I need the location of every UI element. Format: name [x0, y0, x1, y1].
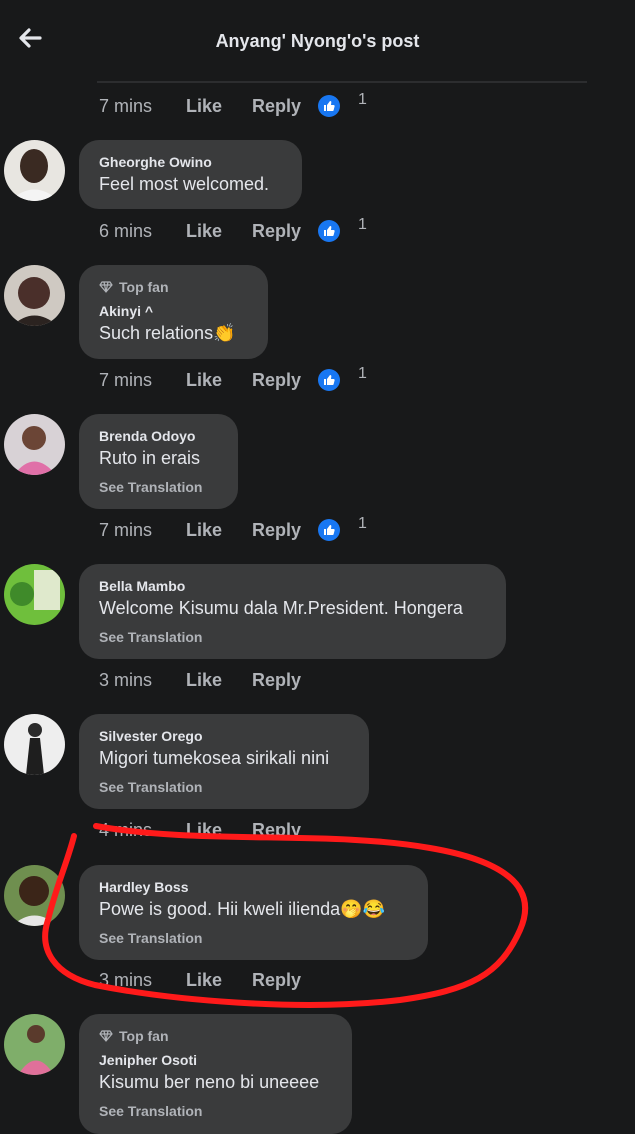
comment-meta: 7 mins Like Reply 1: [99, 515, 367, 542]
avatar[interactable]: [4, 564, 65, 625]
reply-button[interactable]: Reply: [252, 96, 318, 117]
divider: [97, 81, 587, 83]
comment-meta: 3 mins Like Reply: [99, 668, 318, 692]
like-button[interactable]: Like: [186, 221, 252, 242]
see-translation-link[interactable]: See Translation: [99, 629, 202, 645]
comment-meta: 7 mins Like Reply 1: [99, 365, 367, 392]
comment-time: 7 mins: [99, 95, 153, 116]
comment-time: 3 mins: [99, 669, 153, 690]
comment-text: Migori tumekosea sirikali nini: [99, 748, 330, 768]
see-translation-link[interactable]: See Translation: [99, 1103, 202, 1119]
like-button[interactable]: Like: [186, 520, 252, 541]
see-translation-link[interactable]: See Translation: [99, 479, 202, 495]
comment-time: 6 mins: [99, 220, 153, 241]
reply-button[interactable]: Reply: [252, 820, 318, 841]
reaction-count: 1: [358, 365, 367, 382]
comment-bubble[interactable]: Silvester Orego Migori tumekosea sirikal…: [79, 714, 369, 809]
avatar[interactable]: [4, 1014, 65, 1075]
reply-button[interactable]: Reply: [252, 370, 318, 391]
comment-text: Powe is good. Hii kweli ilienda🤭😂: [99, 899, 385, 919]
comment-bubble[interactable]: Gheorghe Owino Feel most welcomed.: [79, 140, 302, 209]
comment-meta: 6 mins Like Reply 1: [99, 216, 367, 243]
comment-bubble[interactable]: Top fan Akinyi ^ Such relations👏: [79, 265, 268, 359]
comment-text: Such relations👏: [99, 323, 236, 343]
like-reaction-icon: [318, 369, 340, 391]
page-title: Anyang' Nyong'o's post: [215, 31, 420, 51]
reaction-count: 1: [358, 515, 367, 532]
comment-time: 7 mins: [99, 369, 153, 390]
like-reaction-icon: [318, 95, 340, 117]
reaction-count: 1: [358, 216, 367, 233]
top-fan-badge: Top fan: [99, 1028, 169, 1044]
comment-meta: 3 mins Like Reply: [99, 968, 318, 992]
avatar[interactable]: [4, 140, 65, 201]
reaction-count: 1: [358, 91, 367, 108]
top-fan-label: Top fan: [119, 279, 169, 295]
like-button[interactable]: Like: [186, 670, 252, 691]
commenter-name[interactable]: Silvester Orego: [99, 728, 203, 744]
see-translation-link[interactable]: See Translation: [99, 779, 202, 795]
diamond-icon: [99, 1030, 113, 1042]
comment-bubble[interactable]: Top fan Jenipher Osoti Kisumu ber neno b…: [79, 1014, 352, 1134]
comment-time: 4 mins: [99, 819, 153, 840]
commenter-name[interactable]: Hardley Boss: [99, 879, 188, 895]
commenter-name[interactable]: Brenda Odoyo: [99, 428, 195, 444]
comment-meta: 4 mins Like Reply: [99, 818, 318, 842]
reply-button[interactable]: Reply: [252, 670, 318, 691]
like-reaction-icon: [318, 519, 340, 541]
avatar[interactable]: [4, 865, 65, 926]
comment-bubble[interactable]: Hardley Boss Powe is good. Hii kweli ili…: [79, 865, 428, 960]
like-button[interactable]: Like: [186, 370, 252, 391]
commenter-name[interactable]: Gheorghe Owino: [99, 154, 212, 170]
avatar[interactable]: [4, 265, 65, 326]
like-button[interactable]: Like: [186, 970, 252, 991]
comment-text: Ruto in erais: [99, 448, 201, 468]
comment-text: Welcome Kisumu dala Mr.President. Honger…: [99, 598, 463, 618]
top-fan-label: Top fan: [119, 1028, 169, 1044]
reply-button[interactable]: Reply: [252, 221, 318, 242]
like-reaction-icon: [318, 220, 340, 242]
avatar[interactable]: [4, 414, 65, 475]
like-button[interactable]: Like: [186, 96, 252, 117]
comment-time: 3 mins: [99, 969, 153, 990]
commenter-name[interactable]: Bella Mambo: [99, 578, 185, 594]
reply-button[interactable]: Reply: [252, 520, 318, 541]
top-fan-badge: Top fan: [99, 279, 169, 295]
app-header: Anyang' Nyong'o's post: [0, 0, 635, 83]
comment-text: Kisumu ber neno bi uneeee: [99, 1072, 320, 1092]
comment-text: Feel most welcomed.: [99, 174, 270, 194]
commenter-name[interactable]: Jenipher Osoti: [99, 1052, 197, 1068]
comment-meta: 7 mins Like Reply 1: [99, 91, 367, 118]
diamond-icon: [99, 281, 113, 293]
comment-time: 7 mins: [99, 519, 153, 540]
see-translation-link[interactable]: See Translation: [99, 930, 202, 946]
avatar[interactable]: [4, 714, 65, 775]
comment-bubble[interactable]: Brenda Odoyo Ruto in erais See Translati…: [79, 414, 238, 509]
comment-bubble[interactable]: Bella Mambo Welcome Kisumu dala Mr.Presi…: [79, 564, 506, 659]
like-button[interactable]: Like: [186, 820, 252, 841]
reply-button[interactable]: Reply: [252, 970, 318, 991]
commenter-name[interactable]: Akinyi ^: [99, 303, 153, 319]
